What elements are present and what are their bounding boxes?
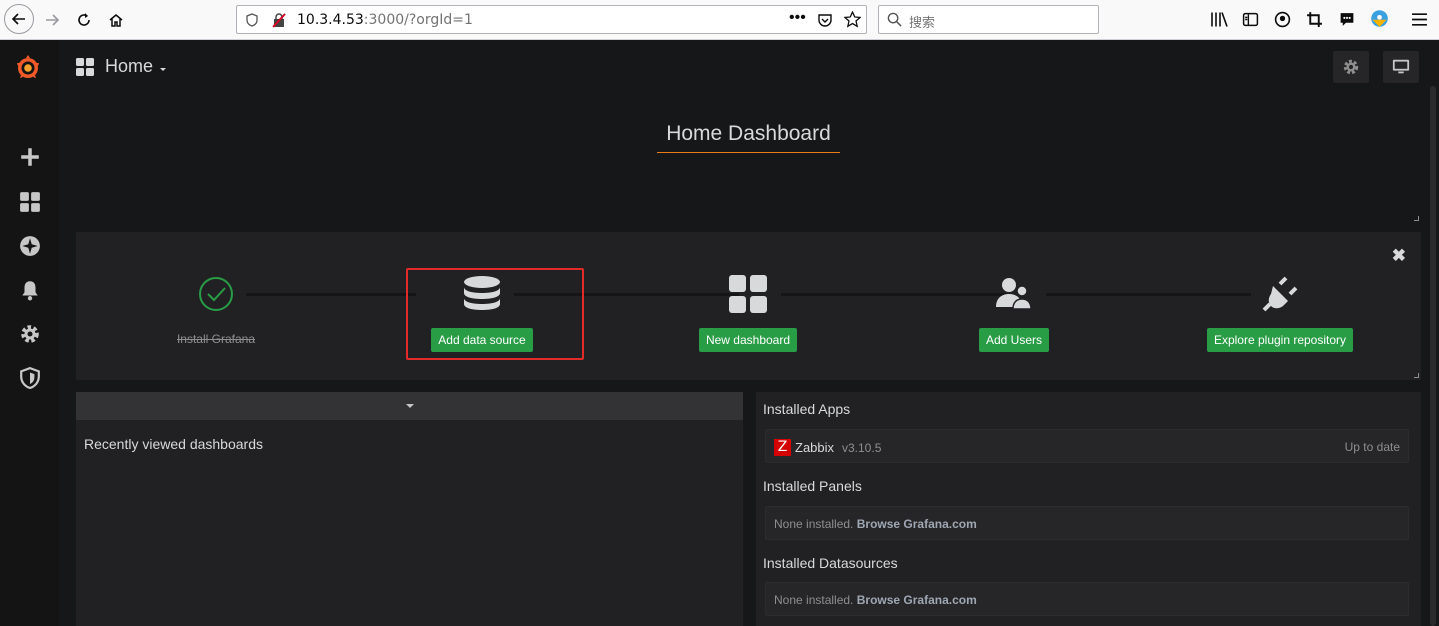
getting-started-panel: Install Grafana Add data source New dash…: [76, 232, 1421, 380]
panels-none-label: None installed.: [774, 517, 854, 531]
extension-icon[interactable]: [1370, 9, 1389, 28]
panel-header[interactable]: [76, 392, 743, 420]
step-explore-plugins: Explore plugin repository: [1180, 272, 1380, 352]
step-install-grafana: Install Grafana: [116, 272, 316, 348]
settings-button[interactable]: [1333, 51, 1369, 83]
search-icon: [887, 12, 902, 27]
caret-down-icon: [160, 67, 167, 71]
home-title-panel: Home Dashboard: [76, 99, 1421, 223]
alerting-icon[interactable]: [17, 277, 43, 303]
reload-icon: [78, 13, 90, 26]
chat-icon[interactable]: [1338, 11, 1356, 28]
highlight-box: [406, 268, 584, 360]
back-button[interactable]: [4, 4, 34, 34]
app-row-zabbix[interactable]: Z Zabbix v3.10.5 Up to date: [765, 429, 1409, 463]
crop-icon[interactable]: [1306, 11, 1323, 28]
explore-plugin-repository-button[interactable]: Explore plugin repository: [1206, 328, 1354, 352]
home-dashboard-title-text: Home Dashboard: [657, 122, 840, 153]
more-icon[interactable]: •••: [789, 9, 806, 27]
account-icon[interactable]: [1274, 11, 1291, 28]
caret-down-icon: [405, 404, 414, 408]
step-new-dashboard: New dashboard: [648, 272, 848, 352]
step-add-users: Add Users: [914, 272, 1114, 352]
scrollbar[interactable]: [1430, 86, 1436, 626]
browse-grafana-link[interactable]: Browse Grafana.com: [857, 517, 977, 531]
dashboard-grid-icon: [729, 275, 767, 313]
grafana-logo-icon: [17, 55, 39, 78]
app-version: v3.10.5: [842, 441, 882, 455]
zabbix-icon: Z: [774, 439, 791, 456]
plug-icon: [1262, 276, 1298, 312]
pocket-icon[interactable]: [817, 12, 833, 28]
datasources-none-text: None installed. Browse Grafana.com: [774, 593, 977, 607]
menu-icon[interactable]: [1411, 11, 1428, 28]
explore-icon[interactable]: [17, 233, 43, 259]
arrow-right-icon: [46, 14, 60, 26]
datasources-row: None installed. Browse Grafana.com: [765, 582, 1409, 616]
arrow-left-icon: [11, 13, 25, 25]
step-label: Install Grafana: [176, 332, 256, 346]
panels-none-text: None installed. Browse Grafana.com: [774, 517, 977, 531]
browse-grafana-link[interactable]: Browse Grafana.com: [857, 593, 977, 607]
installed-datasources-title: Installed Datasources: [763, 555, 898, 571]
installed-apps-title: Installed Apps: [763, 401, 851, 417]
create-icon[interactable]: [17, 144, 43, 170]
dashboard-title: Home: [105, 56, 154, 76]
url-host: 10.3.4.53: [297, 12, 364, 28]
close-icon[interactable]: ✖: [1392, 246, 1406, 266]
settings-icon: [1343, 59, 1359, 75]
panels-row: None installed. Browse Grafana.com: [765, 506, 1409, 540]
plus-icon: [21, 148, 39, 166]
forward-button[interactable]: [38, 6, 66, 34]
app-name: Zabbix: [795, 440, 835, 455]
side-menu: [0, 40, 59, 626]
add-users-button[interactable]: Add Users: [978, 328, 1050, 352]
search-bar[interactable]: 搜索: [878, 5, 1099, 34]
dashboard-picker[interactable]: Home: [75, 56, 168, 77]
plugins-panel: Installed Apps Z Zabbix v3.10.5 Up to da…: [756, 392, 1421, 626]
insecure-lock-icon: [272, 13, 286, 28]
recently-viewed-panel: Recently viewed dashboards: [76, 392, 743, 626]
installed-panels-title: Installed Panels: [763, 478, 862, 494]
shield-icon: [20, 367, 40, 389]
new-dashboard-button[interactable]: New dashboard: [698, 328, 798, 352]
compass-icon: [20, 236, 40, 256]
search-placeholder: 搜索: [909, 16, 936, 31]
sidebar-toggle-icon[interactable]: [1242, 11, 1259, 28]
home-dashboard-title: Home Dashboard: [76, 122, 1421, 153]
users-icon: [996, 278, 1032, 310]
home-icon: [109, 14, 123, 27]
grafana-logo[interactable]: [14, 54, 42, 82]
configuration-icon[interactable]: [17, 321, 43, 347]
datasources-none-label: None installed.: [774, 593, 854, 607]
app-status: Up to date: [1344, 440, 1400, 454]
grid-icon: [76, 57, 94, 76]
nav-buttons: [1333, 51, 1419, 83]
home-button[interactable]: [102, 6, 130, 34]
url-text: 10.3.4.53:3000/?orgId=1: [297, 12, 473, 28]
tv-mode-button[interactable]: [1383, 51, 1419, 83]
url-path: :3000/?orgId=1: [363, 12, 473, 28]
main-area: Home Home Dashboard Install Grafana Add …: [59, 40, 1439, 626]
library-icon[interactable]: [1210, 11, 1228, 28]
recently-viewed-title: Recently viewed dashboards: [84, 436, 263, 452]
url-bar[interactable]: 10.3.4.53:3000/?orgId=1 •••: [236, 5, 867, 34]
bell-icon: [22, 281, 38, 301]
resize-handle[interactable]: [1414, 373, 1419, 378]
admin-icon[interactable]: [17, 365, 43, 391]
dashboards-icon[interactable]: [17, 189, 43, 215]
star-icon[interactable]: [844, 11, 861, 28]
shield-icon: [246, 13, 258, 27]
gear-icon: [21, 325, 39, 343]
resize-handle[interactable]: [1414, 216, 1419, 221]
grid-icon: [20, 192, 40, 212]
check-circle-icon: [199, 277, 233, 311]
tv-icon: [1392, 59, 1410, 74]
browser-toolbar: 10.3.4.53:3000/?orgId=1 ••• 搜索: [0, 0, 1439, 40]
reload-button[interactable]: [70, 6, 98, 34]
